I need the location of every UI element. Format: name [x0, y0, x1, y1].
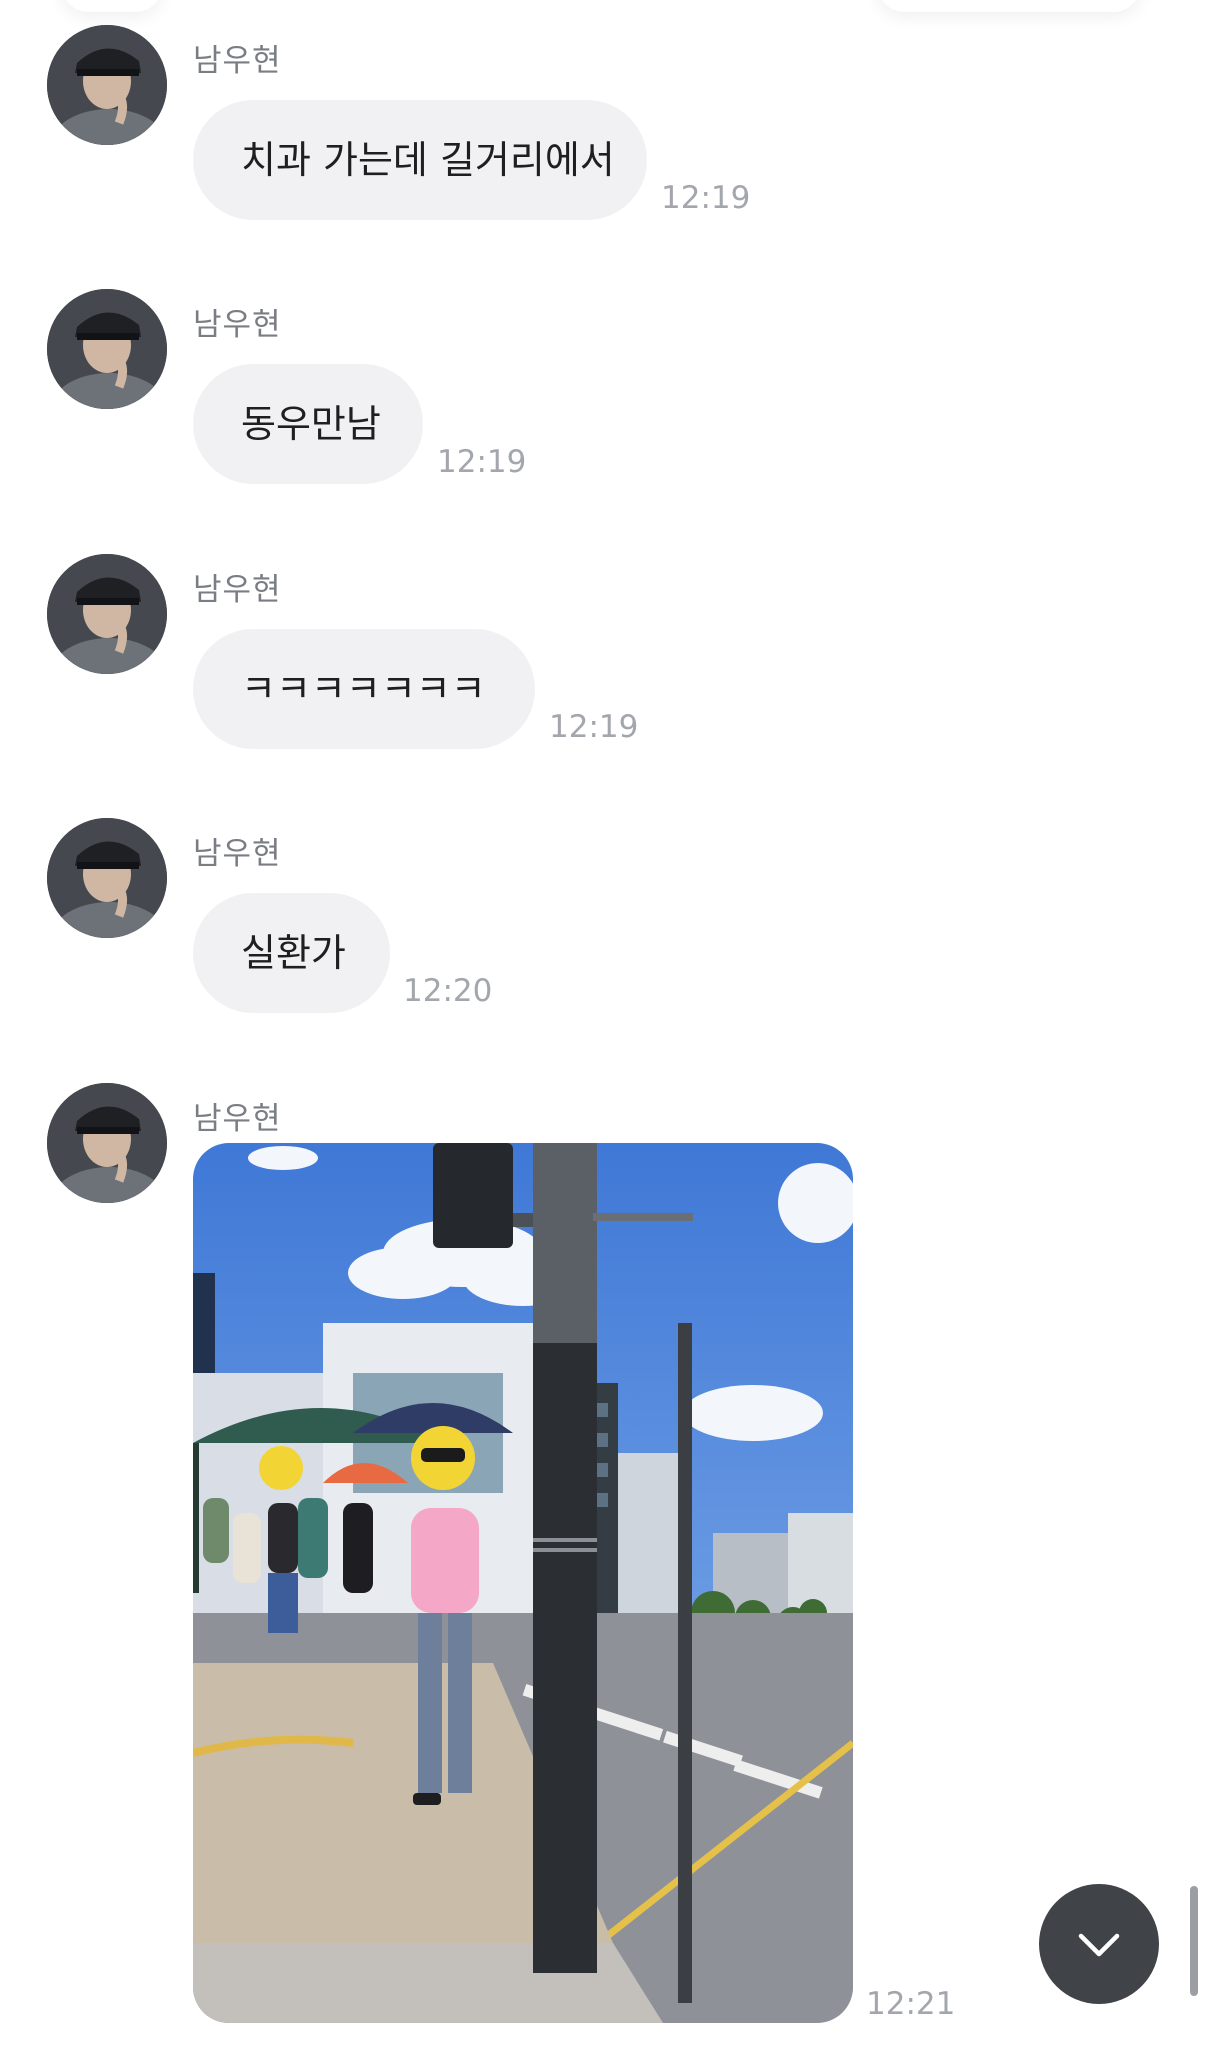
sender-name: 남우현 [193, 43, 282, 79]
message-time: 12:19 [549, 709, 639, 745]
message-bubble[interactable]: 동우만남 [193, 364, 423, 484]
message-bubble[interactable]: ㅋㅋㅋㅋㅋㅋㅋ [193, 629, 535, 749]
scrollbar-thumb[interactable] [1190, 1886, 1198, 1996]
avatar[interactable] [47, 554, 167, 674]
shared-photo[interactable] [193, 1143, 853, 2023]
message-time: 12:19 [437, 444, 527, 480]
top-floating-pill-right[interactable] [878, 0, 1140, 12]
scroll-to-bottom-button[interactable] [1039, 1884, 1159, 2004]
sender-name: 남우현 [193, 572, 282, 608]
message-bubble[interactable]: 치과 가는데 길거리에서 [193, 100, 647, 220]
chevron-down-icon [1078, 1933, 1120, 1957]
sender-name: 남우현 [193, 307, 282, 343]
avatar[interactable] [47, 25, 167, 145]
avatar[interactable] [47, 1083, 167, 1203]
avatar[interactable] [47, 289, 167, 409]
message-time: 12:19 [661, 180, 751, 216]
avatar[interactable] [47, 818, 167, 938]
sender-name: 남우현 [193, 836, 282, 872]
message-time: 12:20 [403, 973, 493, 1009]
top-floating-pill-left [62, 0, 162, 12]
message-time: 12:21 [866, 1986, 956, 2022]
sender-name: 남우현 [193, 1101, 282, 1137]
message-bubble[interactable]: 실환가 [193, 893, 390, 1013]
